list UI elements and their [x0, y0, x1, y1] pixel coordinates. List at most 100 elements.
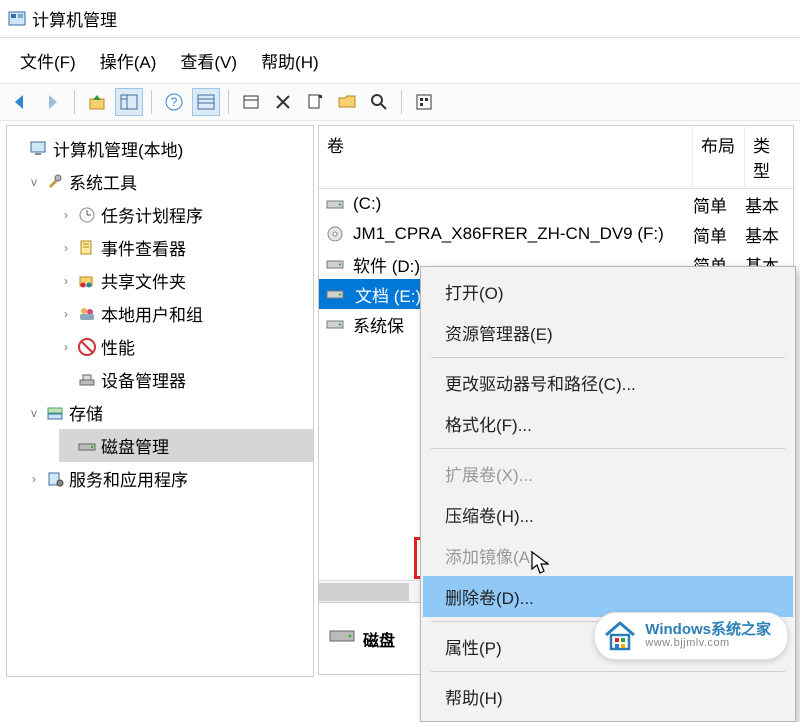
twisty-expanded-icon[interactable]: v: [27, 406, 41, 420]
twisty-collapsed-icon[interactable]: ›: [59, 274, 73, 288]
users-icon: [77, 304, 97, 324]
tree-local-users[interactable]: › 本地用户和组: [59, 297, 313, 330]
drive-icon: [323, 284, 347, 304]
ctx-delete-volume[interactable]: 删除卷(D)...: [423, 576, 793, 617]
performance-icon: [77, 337, 97, 357]
tree-panel[interactable]: 计算机管理(本地) v 系统工具 › 任务计划程序 › 事件查看器 › 共享文件…: [6, 125, 314, 677]
scroll-thumb[interactable]: [319, 583, 409, 601]
volume-layout-cell: 简单: [693, 222, 745, 247]
ctx-separator: [431, 357, 785, 358]
ctx-shrink[interactable]: 压缩卷(H)...: [423, 494, 793, 535]
properties-button[interactable]: [301, 88, 329, 116]
up-level-button[interactable]: [83, 88, 111, 116]
tree-task-scheduler[interactable]: › 任务计划程序: [59, 198, 313, 231]
tree-label: 设备管理器: [101, 367, 186, 392]
event-icon: [77, 238, 97, 258]
twisty-collapsed-icon[interactable]: ›: [27, 472, 41, 486]
tree-services-apps[interactable]: › 服务和应用程序: [27, 462, 313, 495]
ctx-add-mirror: 添加镜像(A)...: [423, 535, 793, 576]
tree-root[interactable]: 计算机管理(本地): [11, 132, 313, 165]
col-header-volume[interactable]: 卷: [319, 126, 693, 188]
delete-action-button[interactable]: [269, 88, 297, 116]
menu-file[interactable]: 文件(F): [20, 48, 76, 73]
tree-system-tools[interactable]: v 系统工具: [27, 165, 313, 198]
menu-action[interactable]: 操作(A): [100, 48, 157, 73]
tree-performance[interactable]: › 性能: [59, 330, 313, 363]
menu-bar: 文件(F) 操作(A) 查看(V) 帮助(H): [0, 38, 800, 83]
house-icon: [603, 619, 637, 653]
disk-icon: [77, 436, 97, 456]
tree-label: 性能: [101, 334, 135, 359]
ctx-separator: [431, 671, 785, 672]
tree-label: 存储: [69, 400, 103, 425]
twisty-collapsed-icon[interactable]: ›: [59, 241, 73, 255]
disk-drive-icon: [329, 627, 355, 650]
volume-layout-cell: 简单: [693, 192, 745, 217]
nav-back-button[interactable]: [6, 88, 34, 116]
twisty-collapsed-icon[interactable]: ›: [59, 340, 73, 354]
tree-device-manager[interactable]: 设备管理器: [59, 363, 313, 396]
disk-label: 磁盘: [363, 627, 395, 651]
volume-row[interactable]: (C:)简单基本: [319, 189, 793, 219]
twisty-collapsed-icon[interactable]: ›: [59, 208, 73, 222]
drive-icon: [323, 194, 347, 214]
tree-event-viewer[interactable]: › 事件查看器: [59, 231, 313, 264]
watermark: Windows系统之家 www.bjjmlv.com: [594, 612, 788, 660]
nav-forward-button[interactable]: [38, 88, 66, 116]
menu-help[interactable]: 帮助(H): [261, 48, 319, 73]
toolbar: ?: [0, 83, 800, 121]
menu-view[interactable]: 查看(V): [180, 48, 237, 73]
watermark-title: Windows系统之家: [645, 622, 771, 638]
find-button[interactable]: [365, 88, 393, 116]
tree-label: 本地用户和组: [101, 301, 203, 326]
drive-icon: [323, 224, 347, 244]
drive-icon: [323, 314, 347, 334]
device-icon: [77, 370, 97, 390]
tree-label: 事件查看器: [101, 235, 186, 260]
computer-icon: [29, 139, 49, 159]
details-view-button[interactable]: [192, 88, 220, 116]
volume-type-cell: 基本: [745, 192, 793, 217]
col-header-layout[interactable]: 布局: [693, 126, 745, 188]
tree-disk-management[interactable]: 磁盘管理: [59, 429, 313, 462]
open-folder-button[interactable]: [333, 88, 361, 116]
twisty-expanded-icon[interactable]: v: [27, 175, 41, 189]
ctx-separator: [431, 448, 785, 449]
twisty-collapsed-icon[interactable]: ›: [59, 307, 73, 321]
ctx-help[interactable]: 帮助(H): [423, 676, 793, 717]
toolbar-separator: [401, 90, 402, 114]
svg-text:?: ?: [171, 95, 178, 109]
volume-type-cell: 基本: [745, 222, 793, 247]
settings-button[interactable]: [410, 88, 438, 116]
tree-shared-folders[interactable]: › 共享文件夹: [59, 264, 313, 297]
help-button[interactable]: ?: [160, 88, 188, 116]
app-icon: [8, 10, 26, 28]
storage-icon: [45, 403, 65, 423]
ctx-change-letter[interactable]: 更改驱动器号和路径(C)...: [423, 362, 793, 403]
ctx-explorer[interactable]: 资源管理器(E): [423, 312, 793, 353]
list-header: 卷 布局 类型: [319, 126, 793, 189]
tree-label: 系统工具: [69, 169, 137, 194]
watermark-url: www.bjjmlv.com: [645, 638, 771, 650]
toolbar-separator: [228, 90, 229, 114]
ctx-open[interactable]: 打开(O): [423, 271, 793, 312]
tree-root-label: 计算机管理(本地): [53, 136, 183, 161]
tree-label: 任务计划程序: [101, 202, 203, 227]
services-icon: [45, 469, 65, 489]
tree-label: 磁盘管理: [101, 433, 169, 458]
volume-name-cell: (C:): [347, 194, 693, 214]
toolbar-separator: [151, 90, 152, 114]
window-title-bar: 计算机管理: [0, 0, 800, 38]
toolbar-separator: [74, 90, 75, 114]
tree-storage[interactable]: v 存储: [27, 396, 313, 429]
volume-row[interactable]: JM1_CPRA_X86FRER_ZH-CN_DV9 (F:)简单基本: [319, 219, 793, 249]
share-icon: [77, 271, 97, 291]
show-hide-tree-button[interactable]: [115, 88, 143, 116]
col-header-type[interactable]: 类型: [745, 126, 793, 188]
refresh-button[interactable]: [237, 88, 265, 116]
watermark-text: Windows系统之家 www.bjjmlv.com: [645, 622, 771, 649]
tree-label: 服务和应用程序: [69, 466, 188, 491]
tools-icon: [45, 172, 65, 192]
ctx-format[interactable]: 格式化(F)...: [423, 403, 793, 444]
tree-label: 共享文件夹: [101, 268, 186, 293]
